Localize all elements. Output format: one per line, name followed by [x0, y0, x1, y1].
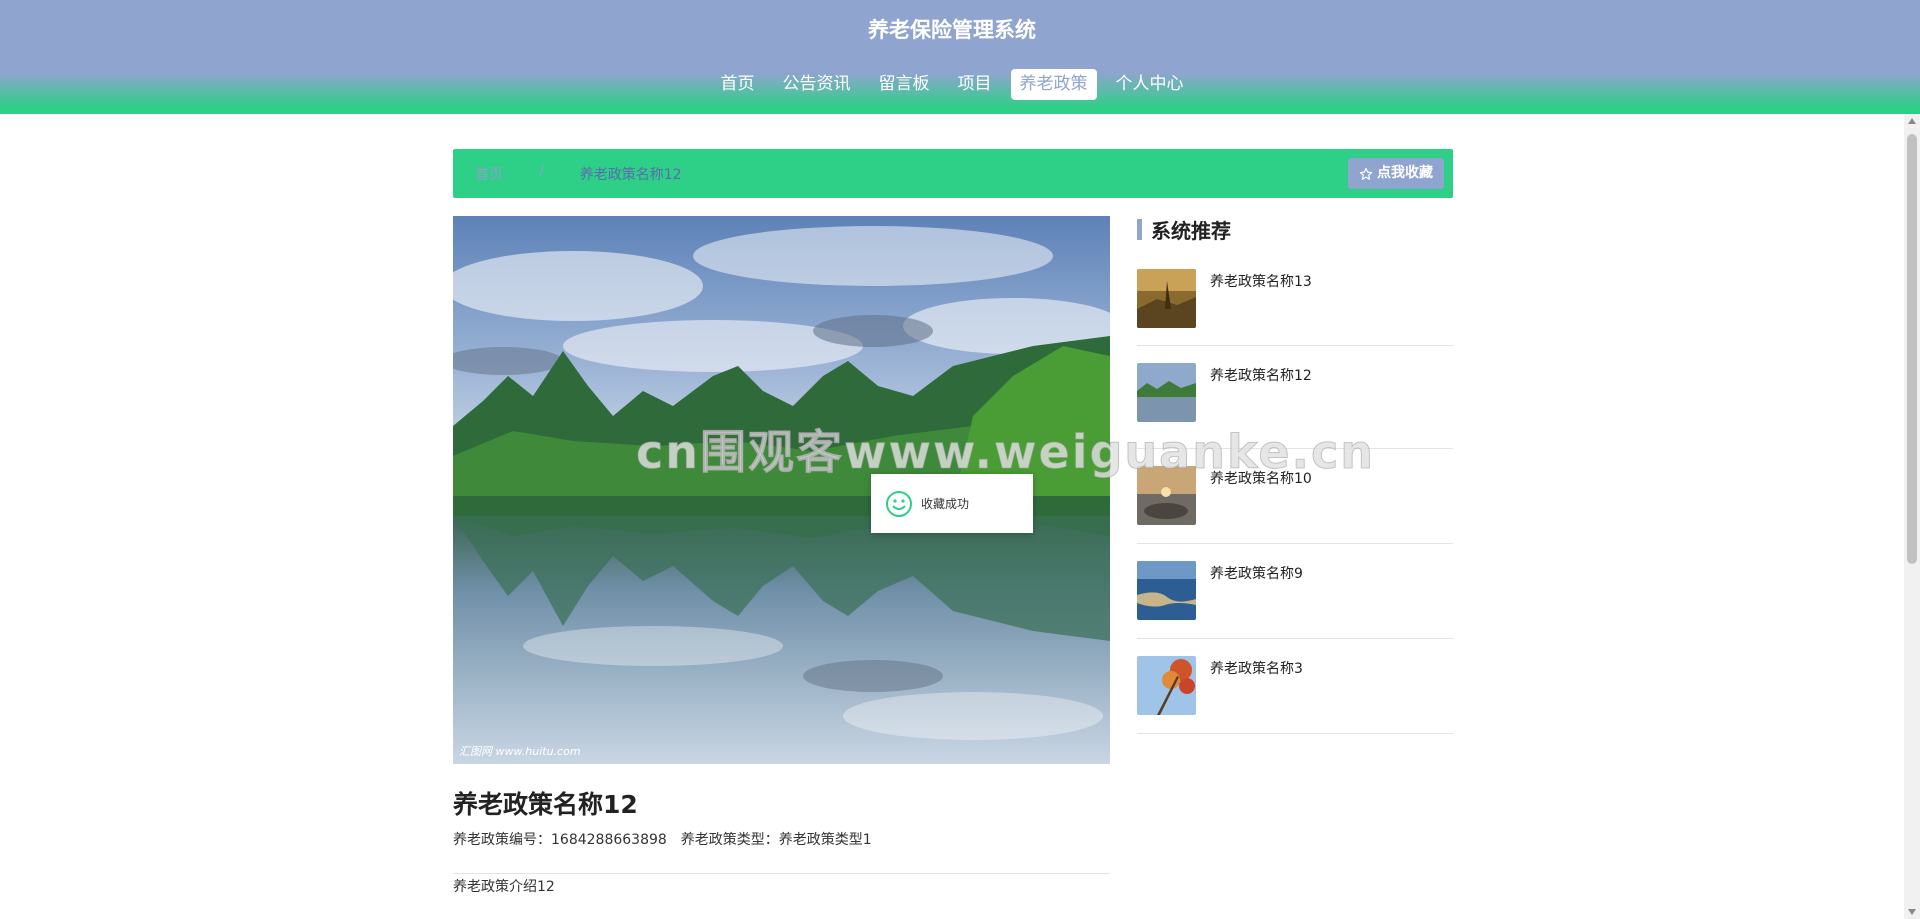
- recommendation-thumbnail[interactable]: [1137, 656, 1196, 715]
- scroll-up-arrow-icon[interactable]: [1908, 118, 1916, 124]
- scroll-down-arrow-icon[interactable]: [1908, 909, 1916, 915]
- nav-item-pension-policy[interactable]: 养老政策: [1010, 69, 1097, 100]
- policy-meta: 养老政策编号：1684288663898 养老政策类型：养老政策类型1: [453, 829, 872, 849]
- breadcrumb-bar: 首页 / 养老政策名称12 点我收藏: [453, 149, 1453, 198]
- recommendation-thumbnail[interactable]: [1137, 561, 1196, 620]
- detail-divider: [453, 873, 1110, 874]
- page-scrollbar[interactable]: [1904, 114, 1920, 919]
- recommendation-thumbnail[interactable]: [1137, 269, 1196, 328]
- sidebar-heading-bar: [1137, 218, 1142, 240]
- recommendation-list: 养老政策名称13 养老政策名称12 养老政策名称10 养老政策名称9 养老政策名…: [1137, 269, 1453, 734]
- nav-item-message-board[interactable]: 留言板: [870, 69, 939, 100]
- favorite-button-label: 点我收藏: [1377, 165, 1433, 181]
- scrollbar-thumb[interactable]: [1907, 134, 1917, 564]
- sidebar-heading: 系统推荐: [1137, 218, 1231, 243]
- image-credit: 汇图网 www.huitu.com: [459, 745, 581, 758]
- recommendation-name[interactable]: 养老政策名称13: [1210, 271, 1312, 291]
- nav-item-news[interactable]: 公告资讯: [774, 69, 860, 100]
- recommendation-item[interactable]: 养老政策名称9: [1137, 544, 1453, 639]
- favorite-button[interactable]: 点我收藏: [1348, 158, 1444, 189]
- recommendation-item[interactable]: 养老政策名称13: [1137, 269, 1453, 346]
- nav-item-projects[interactable]: 项目: [949, 69, 1001, 100]
- nav-item-personal-center[interactable]: 个人中心: [1107, 69, 1193, 100]
- policy-code: 养老政策编号：1684288663898: [453, 829, 667, 849]
- breadcrumb: 首页 / 养老政策名称12: [475, 164, 682, 184]
- policy-intro: 养老政策介绍12: [453, 879, 555, 895]
- breadcrumb-home-link[interactable]: 首页: [475, 164, 503, 184]
- policy-type: 养老政策类型：养老政策类型1: [681, 829, 872, 849]
- star-outline-icon: [1359, 167, 1373, 180]
- recommendation-name[interactable]: 养老政策名称9: [1210, 563, 1303, 583]
- nav-item-home[interactable]: 首页: [712, 69, 764, 100]
- sidebar-title: 系统推荐: [1151, 218, 1231, 243]
- recommendation-thumbnail[interactable]: [1137, 363, 1196, 422]
- policy-title: 养老政策名称12: [453, 790, 638, 819]
- recommendation-name[interactable]: 养老政策名称3: [1210, 658, 1303, 678]
- policy-type-label: 养老政策类型：: [680, 832, 779, 848]
- toast-text: 收藏成功: [921, 497, 970, 511]
- site-header: 养老保险管理系统 首页 公告资讯 留言板 项目 养老政策 个人中心: [0, 0, 1920, 114]
- policy-code-label: 养老政策编号：: [453, 832, 551, 848]
- breadcrumb-separator: /: [539, 164, 544, 180]
- recommendation-name[interactable]: 养老政策名称12: [1210, 365, 1312, 385]
- main-nav: 首页 公告资讯 留言板 项目 养老政策 个人中心: [0, 69, 1904, 100]
- site-title: 养老保险管理系统: [868, 18, 1036, 42]
- policy-code-value: 1684288663898: [551, 832, 667, 848]
- policy-type-value: 养老政策类型1: [778, 832, 872, 848]
- smile-icon: [886, 490, 912, 517]
- site-watermark: cn围观客www.weiguanke.cn: [635, 425, 1376, 480]
- breadcrumb-current: 养老政策名称12: [579, 167, 682, 183]
- toast-message: 收藏成功: [871, 474, 1033, 533]
- recommendation-item[interactable]: 养老政策名称3: [1137, 639, 1453, 734]
